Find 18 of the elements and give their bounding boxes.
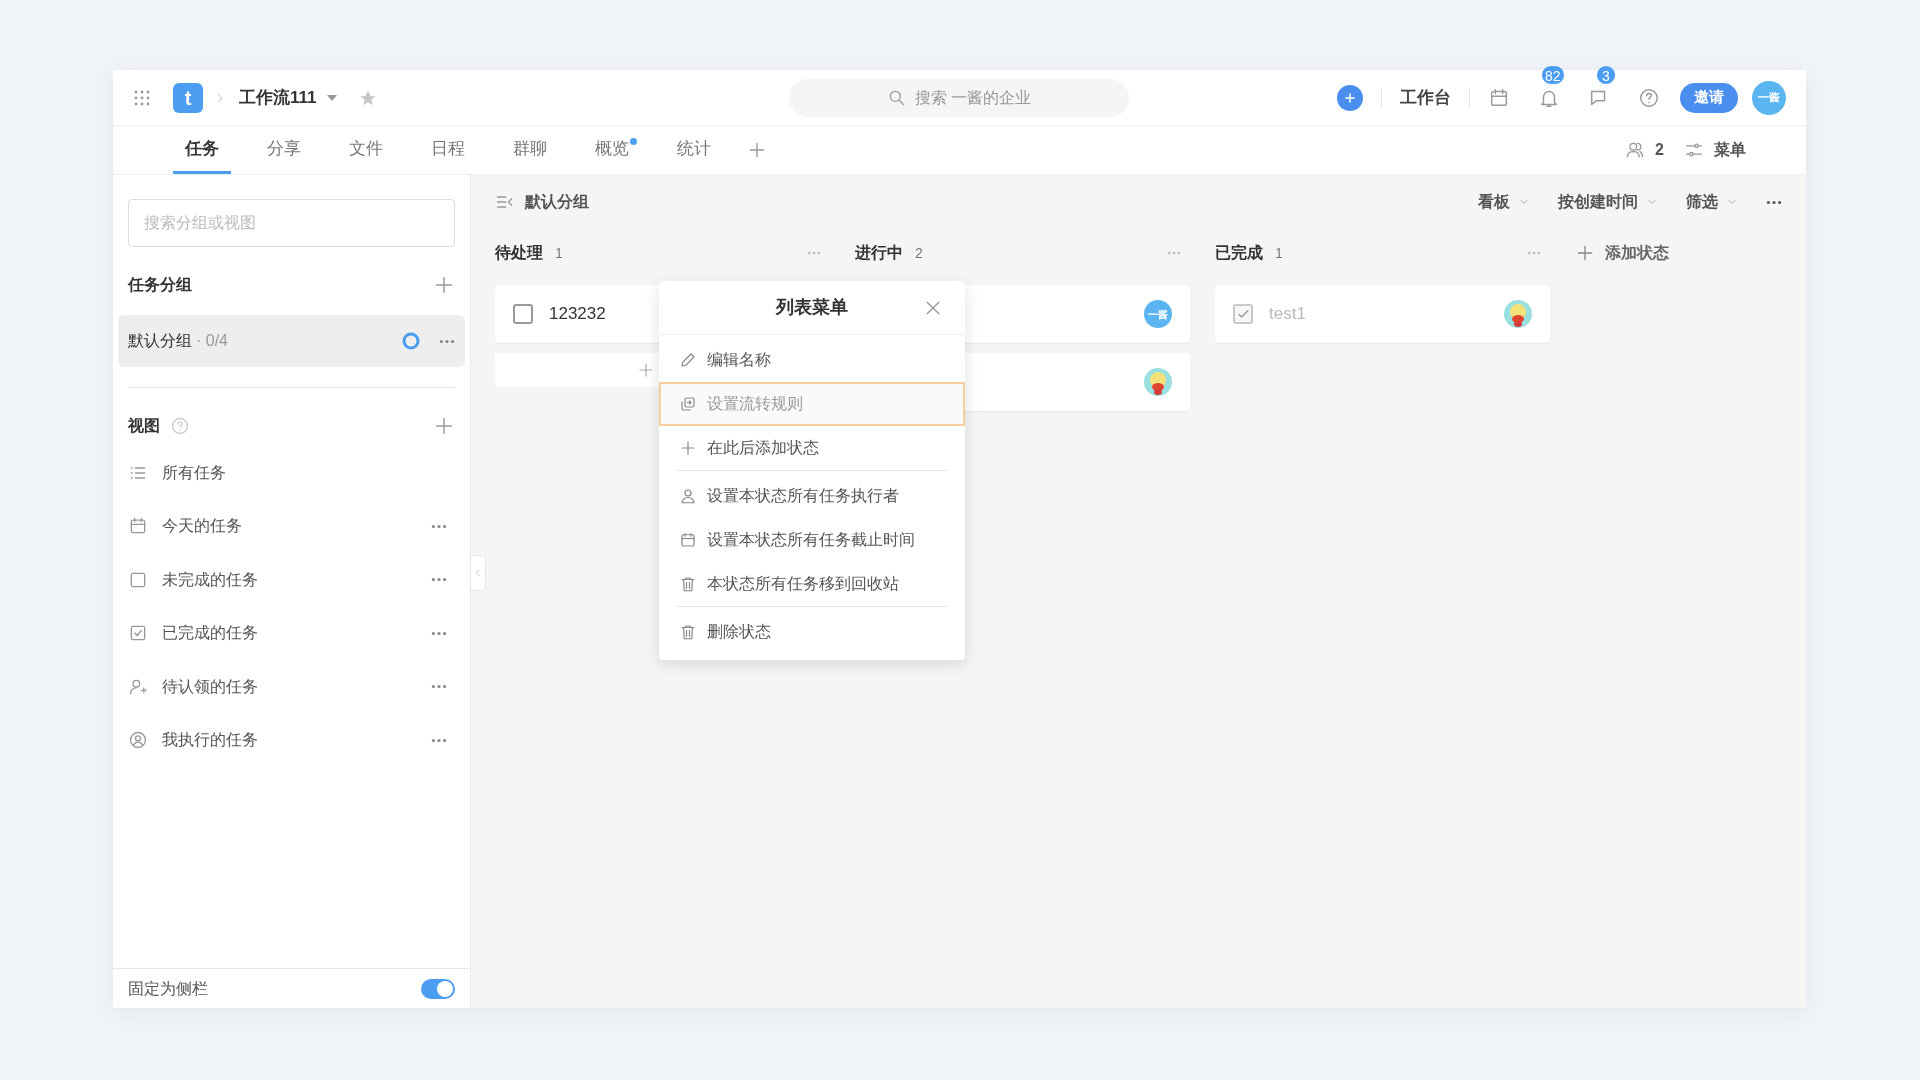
column-count: 1 bbox=[555, 243, 563, 263]
pin-label: 固定为侧栏 bbox=[128, 978, 208, 999]
task-title: 123232 bbox=[549, 303, 606, 326]
column-count: 2 bbox=[915, 243, 923, 263]
message-badge: 3 bbox=[1596, 64, 1616, 85]
section-title: 任务分组 bbox=[128, 275, 192, 295]
section-title: 视图 bbox=[128, 416, 160, 436]
group-progress: · 0/4 bbox=[196, 331, 228, 351]
column-title: 进行中 bbox=[855, 243, 903, 263]
column-title: 待处理 bbox=[495, 243, 543, 263]
avatar: 一酱 bbox=[1144, 300, 1172, 328]
group-title: 默认分组 bbox=[525, 192, 589, 212]
group-name: 默认分组 bbox=[128, 331, 192, 351]
column-count: 1 bbox=[1275, 243, 1283, 263]
notification-badge: 82 bbox=[1541, 64, 1565, 85]
column-title: 已完成 bbox=[1215, 243, 1263, 263]
menu-title: 列表菜单 bbox=[776, 296, 848, 319]
task-title: test1 bbox=[1269, 303, 1306, 326]
